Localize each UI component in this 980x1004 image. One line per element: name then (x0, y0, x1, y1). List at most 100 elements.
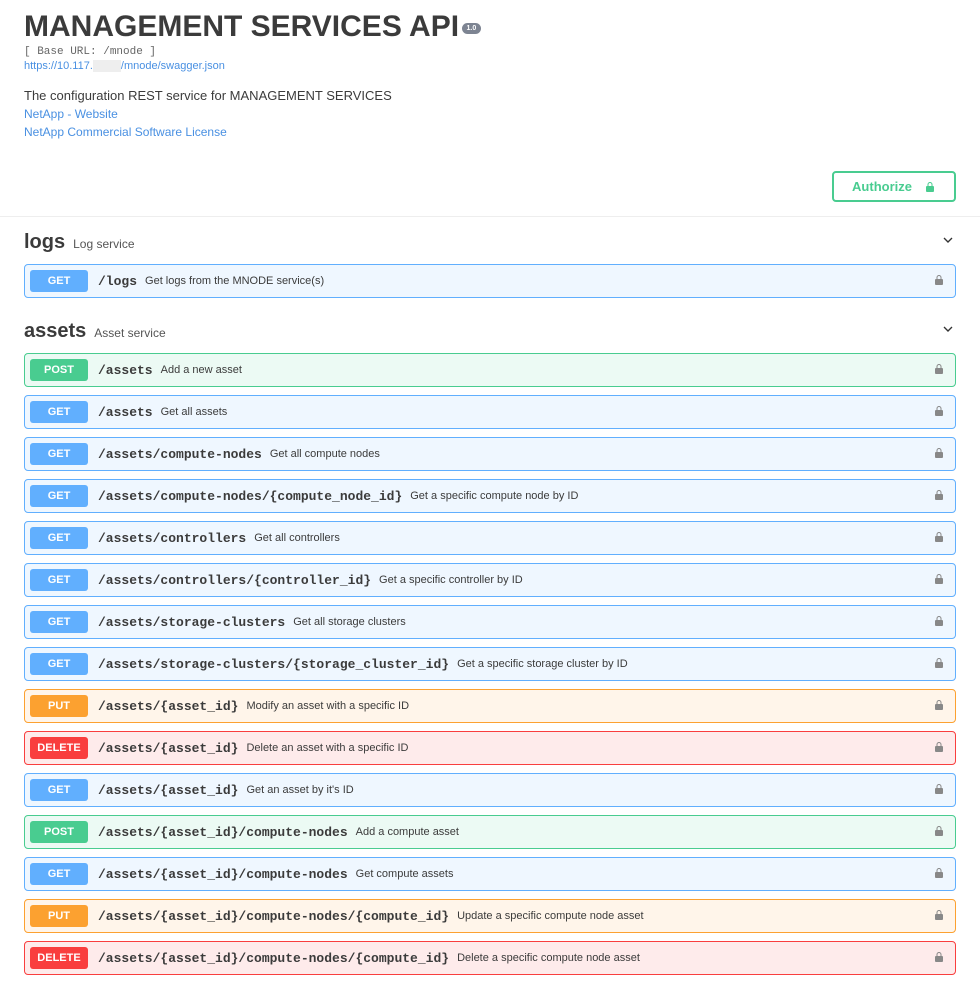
operation-lock[interactable] (933, 531, 945, 546)
lock-icon (933, 699, 945, 711)
operation-summary: Get all compute nodes (270, 448, 380, 460)
operation-summary: Delete a specific compute node asset (457, 952, 640, 964)
api-description: The configuration REST service for MANAG… (24, 88, 980, 103)
method-badge: GET (30, 611, 88, 633)
api-content: logs Log service GET/logs Get logs from the… (0, 217, 980, 1003)
operation-summary: Add a new asset (161, 364, 242, 376)
method-badge: GET (30, 270, 88, 292)
operation-row[interactable]: DELETE/assets/{asset_id} Delete an asset … (24, 731, 956, 765)
method-badge: GET (30, 653, 88, 675)
method-badge: GET (30, 779, 88, 801)
method-badge: GET (30, 527, 88, 549)
operation-row[interactable]: POST/assets/{asset_id}/compute-nodesAdd … (24, 815, 956, 849)
operation-summary: Update a specific compute node asset (457, 910, 644, 922)
operation-path: /assets/{asset_id} (98, 741, 238, 756)
operation-summary: Delete an asset with a specific ID (246, 742, 408, 754)
license-link[interactable]: NetApp Commercial Software License (24, 125, 980, 139)
operation-summary: Get all controllers (254, 532, 340, 544)
section-header-assets[interactable]: assets Asset service (24, 306, 956, 353)
method-badge: PUT (30, 905, 88, 927)
operation-lock[interactable] (933, 615, 945, 630)
lock-icon (933, 867, 945, 879)
operation-summary: Get a specific compute node by ID (410, 490, 578, 502)
lock-icon (933, 657, 945, 669)
operation-path: /assets/compute-nodes/{compute_node_id} (98, 489, 402, 504)
operation-lock[interactable] (933, 741, 945, 756)
operation-lock[interactable] (933, 909, 945, 924)
operation-row[interactable]: GET/assets/controllers Get all controller… (24, 521, 956, 555)
operation-row[interactable]: GET/assets/storage-clustersGet all stora… (24, 605, 956, 639)
section-toggle[interactable] (940, 321, 956, 342)
section-desc: Asset service (94, 326, 165, 340)
swagger-json-link[interactable]: https://10.117. /mnode/swagger.json (24, 60, 980, 72)
api-header: MANAGEMENT SERVICES API 1.0 [ Base URL: … (0, 0, 980, 159)
lock-icon (933, 274, 945, 286)
lock-icon (933, 363, 945, 375)
method-badge: DELETE (30, 737, 88, 759)
operation-row[interactable]: PUT/assets/{asset_id}Modify an asset wit… (24, 689, 956, 723)
operation-row[interactable]: GET/assets/{asset_id}/compute-nodesGet c… (24, 857, 956, 891)
operation-row[interactable]: GET/assets/controllers/{controller_id}Ge… (24, 563, 956, 597)
operation-row[interactable]: GET/assets/compute-nodesGet all compute … (24, 437, 956, 471)
operation-row[interactable]: GET/assets/compute-nodes/{compute_node_i… (24, 479, 956, 513)
lock-icon (933, 447, 945, 459)
operation-path: /logs (98, 274, 137, 289)
operation-lock[interactable] (933, 274, 945, 289)
operation-row[interactable]: GET/assetsGet all assets (24, 395, 956, 429)
operation-row[interactable]: POST/assetsAdd a new asset (24, 353, 956, 387)
operation-summary: Get a specific controller by ID (379, 574, 523, 586)
method-badge: GET (30, 401, 88, 423)
operation-row[interactable]: GET/assets/{asset_id}Get an asset by it'… (24, 773, 956, 807)
operation-row[interactable]: PUT/assets/{asset_id}/compute-nodes/{com… (24, 899, 956, 933)
base-url: [ Base URL: /mnode ] (24, 46, 980, 58)
operation-lock[interactable] (933, 405, 945, 420)
operation-path: /assets/{asset_id}/compute-nodes/{comput… (98, 909, 449, 924)
operation-path: /assets/controllers (98, 531, 246, 546)
chevron-down-icon (940, 321, 956, 337)
lock-icon (933, 405, 945, 417)
operation-lock[interactable] (933, 783, 945, 798)
method-badge: POST (30, 821, 88, 843)
authorize-button[interactable]: Authorize (832, 171, 956, 202)
lock-icon (933, 615, 945, 627)
section-name: logs (24, 231, 65, 254)
lock-icon (924, 181, 936, 193)
operation-summary: Get all assets (161, 406, 228, 418)
operation-path: /assets/{asset_id}/compute-nodes/{comput… (98, 951, 449, 966)
auth-row: Authorize (0, 159, 980, 217)
operation-row[interactable]: GET/assets/storage-clusters/{storage_clu… (24, 647, 956, 681)
operation-lock[interactable] (933, 447, 945, 462)
lock-icon (933, 909, 945, 921)
version-badge: 1.0 (462, 23, 482, 34)
method-badge: POST (30, 359, 88, 381)
website-link[interactable]: NetApp - Website (24, 107, 980, 121)
lock-icon (933, 783, 945, 795)
lock-icon (933, 741, 945, 753)
operation-row[interactable]: DELETE/assets/{asset_id}/compute-nodes/{… (24, 941, 956, 975)
operation-lock[interactable] (933, 573, 945, 588)
operation-row[interactable]: GET/logs Get logs from the MNODE service(… (24, 264, 956, 298)
lock-icon (933, 489, 945, 501)
operation-lock[interactable] (933, 867, 945, 882)
operation-summary: Get logs from the MNODE service(s) (145, 275, 324, 287)
operation-summary: Add a compute asset (356, 826, 459, 838)
section-header-logs[interactable]: logs Log service (24, 217, 956, 264)
operation-lock[interactable] (933, 363, 945, 378)
operation-summary: Modify an asset with a specific ID (246, 700, 409, 712)
operation-path: /assets/storage-clusters/{storage_cluste… (98, 657, 449, 672)
operation-lock[interactable] (933, 825, 945, 840)
section-name: assets (24, 320, 86, 343)
operation-lock[interactable] (933, 951, 945, 966)
section-toggle[interactable] (940, 232, 956, 253)
method-badge: GET (30, 863, 88, 885)
operation-summary: Get an asset by it's ID (246, 784, 353, 796)
section-desc: Log service (73, 237, 134, 251)
operation-lock[interactable] (933, 489, 945, 504)
operation-lock[interactable] (933, 657, 945, 672)
operation-path: /assets/compute-nodes (98, 447, 262, 462)
operation-summary: Get all storage clusters (293, 616, 406, 628)
operation-lock[interactable] (933, 699, 945, 714)
method-badge: PUT (30, 695, 88, 717)
lock-icon (933, 951, 945, 963)
operation-summary: Get compute assets (356, 868, 454, 880)
